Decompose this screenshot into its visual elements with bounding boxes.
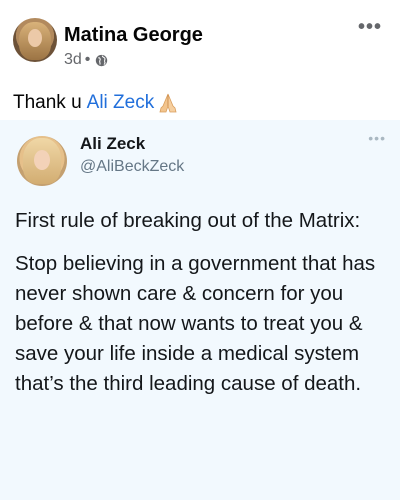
shared-tweet-card[interactable]: Ali Zeck @AliBeckZeck ••• First rule of …: [0, 120, 400, 500]
folded-hands-emoji-icon: [156, 92, 180, 114]
post-header: Matina George 3d • •••: [0, 0, 400, 82]
tweet-paragraph-2: Stop believing in a government that has …: [15, 252, 376, 395]
avatar[interactable]: [13, 18, 57, 62]
tweet-paragraph-1: First rule of breaking out of the Matrix…: [15, 209, 361, 232]
author-name[interactable]: Matina George: [64, 24, 203, 47]
mention-link[interactable]: Ali Zeck: [87, 92, 155, 114]
tweet-more-icon[interactable]: •••: [368, 130, 386, 146]
globe-icon: [95, 54, 108, 67]
tweet-body: First rule of breaking out of the Matrix…: [15, 206, 393, 412]
more-options-icon[interactable]: •••: [358, 16, 382, 39]
post-text: Thank u Ali Zeck: [13, 92, 180, 114]
tweet-author-handle[interactable]: @AliBeckZeck: [80, 158, 184, 176]
tweet-avatar-face: [34, 150, 50, 170]
post-meta: 3d •: [64, 51, 108, 69]
avatar-face: [28, 29, 42, 47]
post-time[interactable]: 3d: [64, 51, 82, 69]
tweet-avatar[interactable]: [17, 136, 67, 186]
tweet-author-name[interactable]: Ali Zeck: [80, 134, 145, 154]
meta-separator: •: [84, 51, 91, 68]
post-text-prefix: Thank u: [13, 92, 82, 113]
